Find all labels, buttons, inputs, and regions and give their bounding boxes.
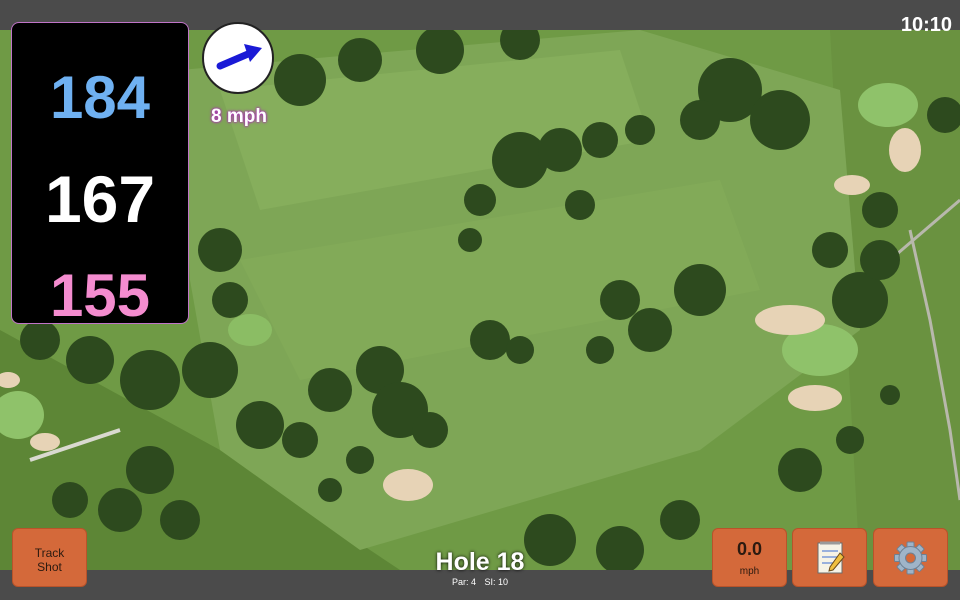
track-shot-label-line1: Track [34, 546, 65, 560]
gear-icon [894, 541, 927, 575]
track-shot-label-line2: Shot [37, 560, 62, 574]
speed-button[interactable]: 0.0 mph [712, 528, 787, 587]
back-of-green-distance: 184 [49, 64, 151, 131]
clock: 10:10 [900, 14, 952, 36]
notepad-icon [817, 541, 845, 574]
hole-stroke-index: SI: 10 [484, 577, 509, 587]
front-of-green-distance: 155 [49, 262, 151, 329]
wind-direction-indicator [202, 22, 274, 94]
yardage-panel: 184 167 155 [11, 22, 189, 329]
hole-info: Par: 4 SI: 10 [380, 577, 580, 587]
speed-value: 0.0 [736, 539, 763, 559]
scorecard-notes-button[interactable] [792, 528, 867, 587]
track-shot-button[interactable]: Track Shot [12, 528, 87, 587]
wind-arrow-icon [216, 44, 262, 70]
hole-title: Hole 18 [435, 548, 525, 576]
settings-button[interactable] [873, 528, 948, 587]
wind-speed: 8 mph [211, 106, 267, 127]
hole-par: Par: 4 [451, 577, 476, 587]
speed-unit: mph [739, 566, 760, 577]
middle-of-green-distance: 167 [44, 162, 156, 236]
